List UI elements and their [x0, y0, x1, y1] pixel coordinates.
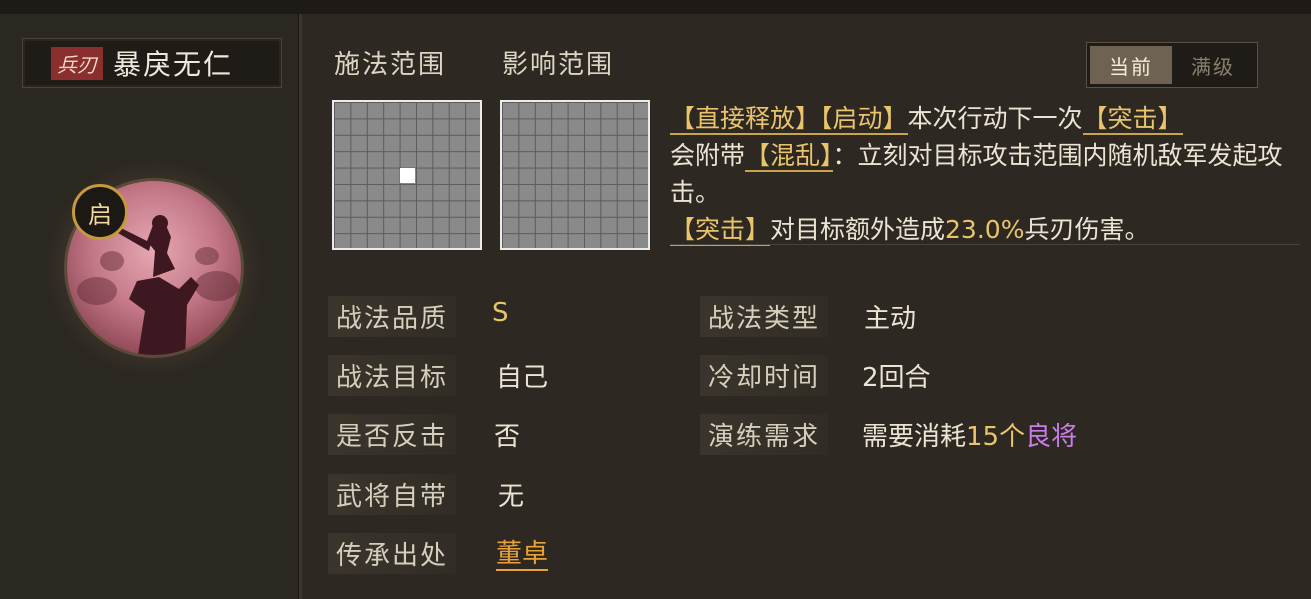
skill-title-plate: 兵刃 暴戾无仁 — [22, 38, 282, 88]
train-item[interactable]: 良将 — [1025, 422, 1077, 452]
skill-badge: 启 — [72, 184, 128, 240]
train-label: 演练需求 — [700, 414, 829, 455]
desc-text: 对目标额外造成 — [770, 215, 946, 244]
kind-value: 主动 — [864, 304, 917, 334]
cooldown-label: 冷却时间 — [700, 355, 829, 396]
keyword-direct-release[interactable]: 【直接释放】 — [670, 104, 821, 135]
effect-range-grid — [500, 100, 650, 250]
innate-label: 武将自带 — [328, 474, 457, 515]
kind-label: 战法类型 — [700, 296, 829, 337]
train-count: 15个 — [966, 422, 1026, 452]
skill-name: 暴戾无仁 — [113, 48, 234, 81]
cast-range-grid — [332, 100, 482, 250]
desc-text: 本次行动下一次 — [907, 104, 1083, 133]
target-label: 战法目标 — [328, 355, 457, 396]
skill-type-tag: 兵刃 — [51, 46, 103, 80]
description-divider — [670, 244, 1300, 245]
counter-label: 是否反击 — [328, 414, 457, 455]
toggle-max-button[interactable]: 满级 — [1172, 46, 1254, 84]
desc-text: 会附带 — [670, 141, 746, 170]
origin-value[interactable]: 董卓 — [496, 539, 549, 571]
level-toggle: 当前 满级 — [1086, 42, 1258, 88]
top-strip — [0, 0, 1311, 14]
caster-cell — [400, 168, 415, 183]
keyword-assault[interactable]: 【突击】 — [1082, 104, 1183, 135]
train-requirement: 需要消耗15个良将 — [862, 416, 1077, 453]
desc-text: 兵刃伤害。 — [1024, 215, 1150, 244]
keyword-chaos[interactable]: 【混乱】 — [745, 141, 833, 172]
origin-link[interactable]: 董卓 — [496, 533, 549, 571]
effect-range-label: 影响范围 — [502, 50, 615, 80]
innate-value: 无 — [498, 482, 525, 512]
target-value: 自己 — [496, 363, 549, 393]
cooldown-value: 2回合 — [862, 363, 931, 393]
toggle-current-button[interactable]: 当前 — [1090, 46, 1172, 84]
quality-label: 战法品质 — [328, 296, 457, 337]
cast-range-label: 施法范围 — [334, 50, 447, 80]
quality-value: S — [492, 298, 509, 328]
train-text: 需要消耗 — [862, 422, 967, 452]
skill-description: 【直接释放】【启动】本次行动下一次【突击】 会附带【混乱】：立刻对目标攻击范围内… — [670, 100, 1300, 248]
keyword-activate[interactable]: 【启动】 — [820, 104, 908, 135]
counter-value: 否 — [494, 422, 521, 452]
keyword-assault-2[interactable]: 【突击】 — [670, 215, 771, 246]
origin-label: 传承出处 — [328, 533, 457, 574]
damage-value: 23.0% — [945, 215, 1025, 244]
